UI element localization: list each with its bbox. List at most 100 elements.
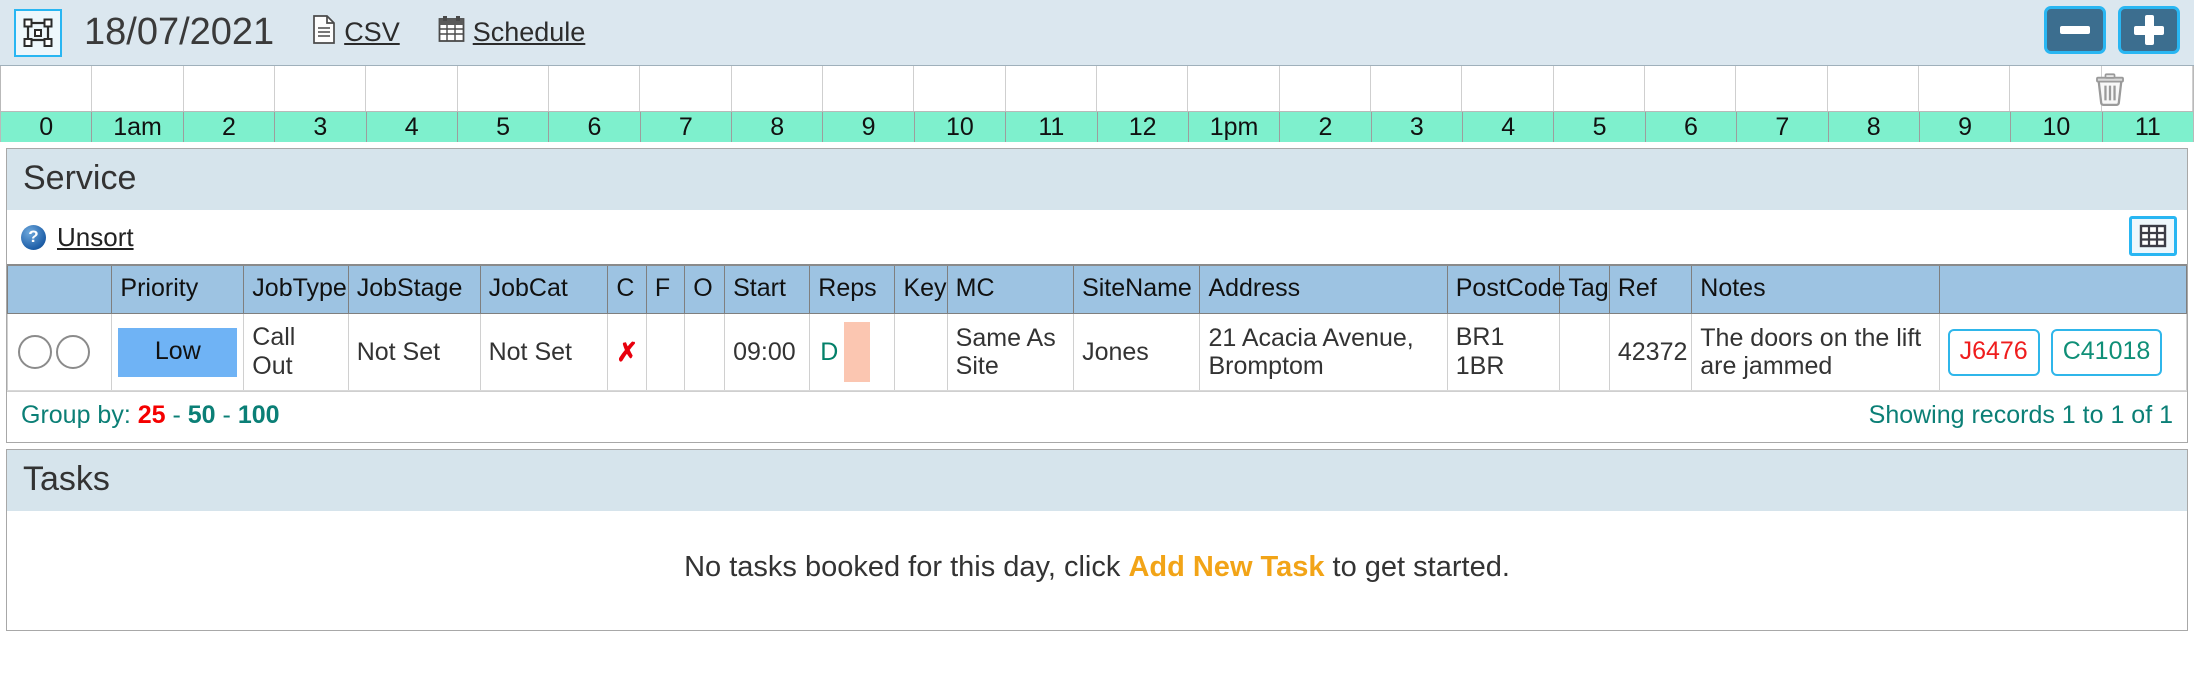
group-by-label: Group by: xyxy=(21,401,131,429)
timeline-hour-label: 5 xyxy=(1554,112,1646,142)
col-priority[interactable]: Priority xyxy=(111,264,245,314)
cell-sitename: Jones xyxy=(1073,313,1201,391)
col-reps[interactable]: Reps xyxy=(809,264,896,314)
timeline-slot[interactable] xyxy=(92,66,184,111)
timeline-hour-label: 2 xyxy=(184,112,276,142)
timeline-slot[interactable] xyxy=(366,66,458,111)
row-radio-first[interactable] xyxy=(18,335,52,369)
cell-select xyxy=(6,313,113,391)
col-select[interactable] xyxy=(6,264,113,314)
timeline-hour-label: 9 xyxy=(1920,112,2012,142)
timeline-hour-label: 4 xyxy=(367,112,458,142)
timeline-slot[interactable] xyxy=(1188,66,1280,111)
selection-frame-icon[interactable] xyxy=(14,8,62,57)
col-key[interactable]: Key xyxy=(894,264,948,314)
timeline-slot[interactable] xyxy=(1462,66,1554,111)
timeline-slot[interactable] xyxy=(275,66,367,111)
reps-indicator-bar xyxy=(844,322,871,382)
timeline-slot[interactable] xyxy=(1097,66,1189,111)
cell-mc: Same As Site xyxy=(946,313,1075,391)
timeline-hour-label: 12 xyxy=(1098,112,1189,142)
timeline-hour-label: 6 xyxy=(549,112,641,142)
col-c[interactable]: C xyxy=(607,264,647,314)
timeline-slot[interactable] xyxy=(732,66,823,111)
timeline-slot[interactable] xyxy=(1645,66,1737,111)
tasks-panel: Tasks No tasks booked for this day, clic… xyxy=(6,449,2188,631)
group-by-50[interactable]: 50 xyxy=(188,401,216,429)
tasks-empty-message: No tasks booked for this day, click Add … xyxy=(684,551,1510,583)
service-table-footer: Group by: 25 - 50 - 100 Showing records … xyxy=(7,391,2187,442)
csv-export-link[interactable]: CSV xyxy=(312,14,400,51)
expand-button[interactable] xyxy=(2118,6,2180,54)
timeline-slot[interactable] xyxy=(1919,66,2011,111)
zoom-buttons xyxy=(2044,6,2180,54)
col-address[interactable]: Address xyxy=(1199,264,1448,314)
minus-icon xyxy=(2060,26,2090,34)
col-jobcat[interactable]: JobCat xyxy=(479,264,609,314)
col-jobstage[interactable]: JobStage xyxy=(347,264,481,314)
timeline-slot[interactable] xyxy=(823,66,915,111)
col-tag[interactable]: Tag xyxy=(1559,264,1610,314)
job-ref-chip[interactable]: J6476 xyxy=(1947,328,2040,376)
cell-c: ✗ xyxy=(607,313,647,391)
timeline[interactable]: 0 1am 2 3 4 5 6 7 8 9 10 11 12 1pm 2 3 4 5 6 7 8 9 10 11 xyxy=(0,66,2194,142)
add-new-task-link[interactable]: Add New Task xyxy=(1128,551,1324,583)
group-by-100[interactable]: 100 xyxy=(238,401,280,429)
timeline-hour-label: 7 xyxy=(641,112,732,142)
timeline-hour-label: 3 xyxy=(275,112,367,142)
timeline-slot[interactable] xyxy=(458,66,549,111)
col-postcode[interactable]: PostCode xyxy=(1446,264,1566,314)
table-row[interactable]: Low Call Out Not Set Not Set ✗ 09:00 D S… xyxy=(6,313,2188,391)
timeline-slot[interactable] xyxy=(640,66,732,111)
reps-code: D xyxy=(820,337,839,366)
cell-jobcat: Not Set xyxy=(479,313,609,391)
timeline-slot[interactable] xyxy=(1828,66,1919,111)
timeline-slot[interactable] xyxy=(549,66,641,111)
timeline-slot[interactable] xyxy=(1554,66,1645,111)
col-mc[interactable]: MC xyxy=(946,264,1075,314)
cell-o xyxy=(684,313,726,391)
timeline-slot[interactable] xyxy=(1,66,93,111)
tasks-empty-state: No tasks booked for this day, click Add … xyxy=(7,511,2187,630)
cell-tag xyxy=(1559,313,1610,391)
timeline-slot[interactable] xyxy=(1280,66,1371,111)
cell-reps: D xyxy=(809,313,896,391)
timeline-slot[interactable] xyxy=(2010,66,2102,111)
timeline-hour-label: 1am xyxy=(92,112,184,142)
help-circle-icon[interactable]: ? xyxy=(21,224,46,250)
col-notes[interactable]: Notes xyxy=(1691,264,1940,314)
timeline-slot[interactable] xyxy=(1006,66,1097,111)
col-o[interactable]: O xyxy=(684,264,726,314)
col-jobtype[interactable]: JobType xyxy=(243,264,349,314)
group-by-separator-1: - xyxy=(172,401,181,429)
timeline-slot[interactable] xyxy=(914,66,1006,111)
contract-ref-chip[interactable]: C41018 xyxy=(2050,328,2163,376)
timeline-slot[interactable] xyxy=(1736,66,1828,111)
schedule-link-label: Schedule xyxy=(472,17,586,47)
col-ref[interactable]: Ref xyxy=(1608,264,1693,314)
cell-start: 09:00 xyxy=(724,313,811,391)
table-grid-icon[interactable] xyxy=(2129,216,2177,256)
col-start[interactable]: Start xyxy=(724,264,811,314)
col-f[interactable]: F xyxy=(645,264,686,314)
unsort-link[interactable]: Unsort xyxy=(57,222,134,253)
timeline-hour-label: 0 xyxy=(1,112,93,142)
row-radio-second[interactable] xyxy=(56,335,90,369)
trash-icon[interactable] xyxy=(2093,72,2127,106)
timeline-slot[interactable] xyxy=(184,66,275,111)
group-by-25[interactable]: 25 xyxy=(138,401,166,429)
timeline-slot[interactable] xyxy=(1371,66,1463,111)
cell-f xyxy=(645,313,686,391)
col-sitename[interactable]: SiteName xyxy=(1073,264,1201,314)
service-title: Service xyxy=(23,159,137,197)
tasks-empty-prefix: No tasks booked for this day, click xyxy=(684,551,1129,583)
priority-badge: Low xyxy=(118,327,238,377)
schedule-link[interactable]: Schedule xyxy=(438,15,586,50)
timeline-hour-labels: 0 1am 2 3 4 5 6 7 8 9 10 11 12 1pm 2 3 4 5 6 7 8 9 10 11 xyxy=(1,111,2193,142)
timeline-track[interactable] xyxy=(1,66,2193,111)
collapse-button[interactable] xyxy=(2044,6,2106,54)
cross-icon: ✗ xyxy=(616,336,639,367)
file-document-icon xyxy=(312,14,336,51)
timeline-hour-label: 5 xyxy=(458,112,550,142)
service-panel-header: Service xyxy=(7,149,2187,210)
